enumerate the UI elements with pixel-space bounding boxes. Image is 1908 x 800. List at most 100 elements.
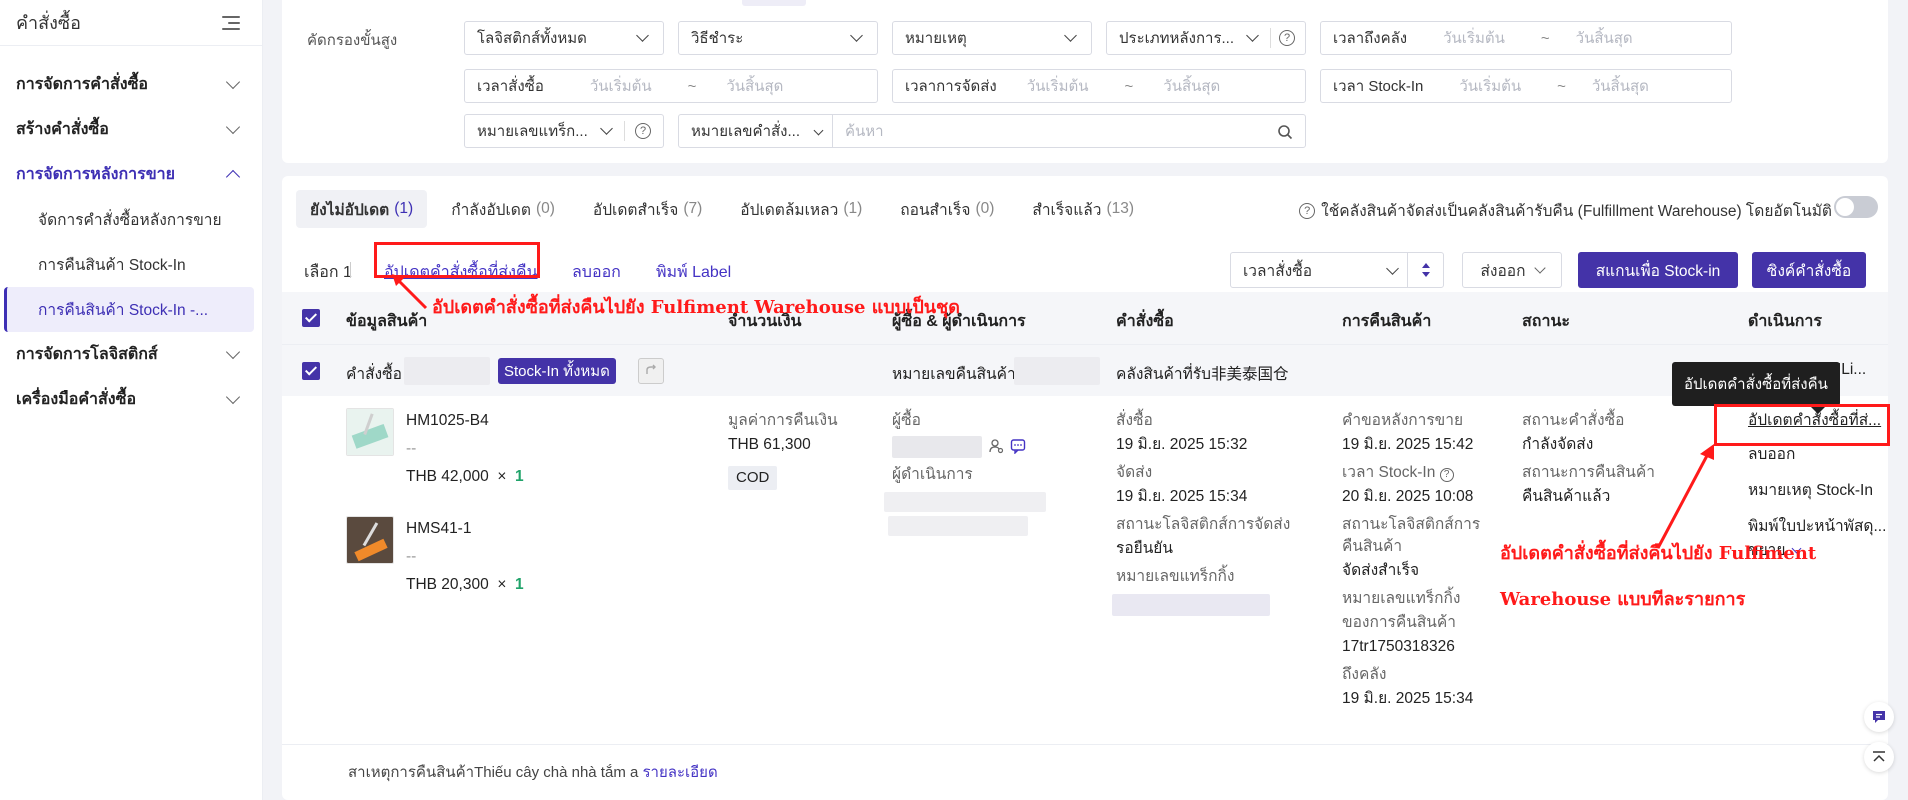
- tab-update-success[interactable]: อัปเดตสำเร็จ (7): [579, 190, 716, 228]
- tab-label: กำลังอัปเดต: [451, 201, 531, 219]
- return-status-label: สถานะการคืนสินค้า: [1522, 464, 1655, 481]
- help-icon[interactable]: ?: [1279, 30, 1295, 46]
- order-number-type-select[interactable]: หมายเลขคำสั่ง...: [679, 115, 833, 147]
- export-button[interactable]: ส่งออก: [1462, 252, 1562, 288]
- update-return-order-link[interactable]: อัปเดตคำสั่งซื้อที่ส่...: [1748, 412, 1881, 431]
- after-sale-request-label: คำขอหลังการขาย: [1342, 412, 1464, 429]
- return-tracking-label: หมายเลขแทร็กกิ้ง: [1342, 590, 1461, 607]
- user-icon[interactable]: [988, 438, 1004, 458]
- order-search-group: หมายเลขคำสั่ง... ค้นหา: [678, 114, 1306, 148]
- annotation-bulk-text: อัปเดตคำสั่งซื้อที่ส่งคืนไปยัง Fulfiment…: [432, 297, 960, 318]
- help-icon[interactable]: ?: [1439, 468, 1454, 482]
- shipped-label: จัดส่ง: [1116, 464, 1153, 481]
- logistics-select[interactable]: โลจิสติกส์ทั้งหมด: [464, 21, 664, 55]
- chat-icon[interactable]: [1010, 438, 1026, 458]
- arrive-range-label: เวลาถึงคลัง: [1333, 30, 1408, 47]
- note-select[interactable]: หมายเหตุ: [892, 21, 1092, 55]
- payment-select[interactable]: วิธีชำระ: [678, 21, 878, 55]
- back-to-top-icon[interactable]: [1864, 742, 1894, 772]
- range-separator: ~: [1540, 29, 1550, 47]
- tab-completed[interactable]: สำเร็จแล้ว (13): [1018, 190, 1148, 228]
- remove-link[interactable]: ลบออก: [1748, 446, 1795, 465]
- stockin-time-label: เวลา Stock-In: [1342, 464, 1436, 481]
- scan-stockin-button[interactable]: สแกนเพื่อ Stock-in: [1578, 252, 1738, 288]
- export-label: ส่งออก: [1480, 262, 1526, 280]
- return-logistics-status: จัดส่งสำเร็จ: [1342, 562, 1420, 579]
- return-reason-text: Thiếu cây chà nhà tắm a: [474, 764, 639, 781]
- tab-updating[interactable]: กำลังอัปเดต (0): [437, 190, 569, 228]
- ship-time-label: เวลาการจัดส่ง: [905, 78, 997, 95]
- help-icon[interactable]: ?: [1299, 202, 1316, 219]
- buyer-name-redacted: [892, 436, 982, 458]
- return-logistics-label: สถานะโลจิสติกส์การ: [1342, 516, 1481, 533]
- collapse-menu-icon[interactable]: [222, 15, 240, 30]
- sidebar-group-create-order[interactable]: สร้างคำสั่งซื้อ: [0, 107, 262, 152]
- bulk-remove-link[interactable]: ลบออก: [572, 260, 621, 285]
- return-logistics-label-line2: คืนสินค้า: [1342, 538, 1403, 555]
- order-time-range[interactable]: เวลาสั่งซื้อ วันเริ่มต้น ~ วันสิ้นสุด: [464, 69, 878, 103]
- tracking-type-select[interactable]: หมายเลขแทร็ก...?: [464, 114, 664, 148]
- tab-withdrawn[interactable]: ถอนสำเร็จ (0): [886, 190, 1008, 228]
- tab-update-failed[interactable]: อัปเดตล้มเหลว (1): [726, 190, 876, 228]
- sidebar-group-order-management[interactable]: การจัดการคำสั่งซื้อ: [0, 62, 262, 107]
- stockin-note-link[interactable]: หมายเหตุ Stock-In: [1748, 482, 1873, 501]
- after-sale-type-select[interactable]: ประเภทหลังการ...?: [1106, 21, 1306, 55]
- end-date-placeholder: วันสิ้นสุด: [1163, 78, 1221, 95]
- copy-icon[interactable]: [638, 358, 664, 384]
- sidebar-header: คำสั่งซื้อ: [0, 0, 262, 46]
- return-status: คืนสินค้าแล้ว: [1522, 488, 1611, 505]
- sidebar-item-return-stockin-active[interactable]: การคืนสินค้า Stock-In -...: [4, 287, 254, 332]
- sidebar-group-logistics[interactable]: การจัดการโลจิสติกส์: [0, 332, 262, 377]
- sort-field-select[interactable]: เวลาสั่งซื้อ: [1230, 252, 1444, 288]
- sync-orders-button[interactable]: ซิงค์คำสั่งซื้อ: [1752, 252, 1866, 288]
- sidebar-item-return-stockin[interactable]: การคืนสินค้า Stock-In: [4, 242, 254, 287]
- sidebar-group-label: การจัดการหลังการขาย: [16, 166, 176, 183]
- return-reason-label: สาเหตุการคืนสินค้า: [348, 764, 475, 781]
- annotation-single-text-2: Warehouse แบบทีละรายการ: [1500, 589, 1746, 610]
- auto-warehouse-toggle[interactable]: [1834, 196, 1878, 218]
- reason-detail-link[interactable]: รายละเอียด: [643, 764, 718, 781]
- help-icon[interactable]: ?: [635, 123, 651, 139]
- tracking-label: หมายเลขแทร็กกิ้ง: [1116, 568, 1235, 585]
- product-image: [346, 408, 394, 456]
- tab-count: (0): [975, 200, 995, 217]
- shipping-status: รอยืนยัน: [1116, 540, 1173, 557]
- bulk-actions-bar: เลือก 1 อัปเดตคำสั่งซื้อที่ส่งคืน ลบออก …: [282, 248, 1888, 290]
- column-header-product: ข้อมูลสินค้า: [346, 313, 428, 330]
- search-input[interactable]: ค้นหา: [833, 119, 1305, 143]
- ship-time-range[interactable]: เวลาการจัดส่ง วันเริ่มต้น ~ วันสิ้นสุด: [892, 69, 1306, 103]
- print-shipping-label-link[interactable]: พิมพ์ใบปะหน้าพัสดุ...: [1748, 518, 1886, 537]
- product-variant: --: [406, 548, 417, 565]
- select-all-checkbox[interactable]: [302, 309, 320, 327]
- arrive-warehouse-range[interactable]: เวลาถึงคลัง วันเริ่มต้น ~ วันสิ้นสุด: [1320, 21, 1732, 55]
- chevron-down-icon: [225, 389, 241, 405]
- tab-not-updated[interactable]: ยังไม่อัปเดต (1): [296, 190, 428, 228]
- chat-support-icon[interactable]: [1864, 702, 1894, 732]
- main-content: คัดกรองขั้นสูง โลจิสติกส์ทั้งหมด วิธีชำร…: [280, 0, 1908, 800]
- selected-count: เลือก 1: [304, 264, 352, 281]
- start-date-placeholder: วันเริ่มต้น: [1459, 78, 1522, 95]
- start-date-placeholder: วันเริ่มต้น: [589, 78, 652, 95]
- sort-order-icon[interactable]: [1407, 253, 1443, 287]
- sidebar-group-label: สร้างคำสั่งซื้อ: [16, 121, 109, 138]
- sidebar-group-after-sale[interactable]: การจัดการหลังการขาย: [0, 152, 262, 197]
- print-label-link[interactable]: พิมพ์ Label: [656, 260, 731, 285]
- sidebar-group-label: เครื่องมือคำสั่งซื้อ: [16, 391, 137, 408]
- product-quantity: 1: [515, 468, 524, 485]
- stockin-time-range[interactable]: เวลา Stock-In วันเริ่มต้น ~ วันสิ้นสุด: [1320, 69, 1732, 103]
- tab-label: ถอนสำเร็จ: [900, 201, 971, 219]
- return-number-label: หมายเลขคืนสินค้า: [892, 366, 1016, 383]
- sidebar-group-order-tools[interactable]: เครื่องมือคำสั่งซื้อ: [0, 377, 262, 422]
- tab-count: (1): [394, 200, 414, 217]
- product-image: [346, 516, 394, 564]
- search-icon[interactable]: [1277, 124, 1293, 144]
- sidebar-item-after-sale-orders[interactable]: จัดการคำสั่งซื้อหลังการขาย: [4, 197, 254, 242]
- chevron-down-icon: [1064, 29, 1077, 42]
- stockin-all-badge: Stock-In ทั้งหมด: [498, 358, 616, 384]
- buyer-label: ผู้ซื้อ: [892, 412, 921, 429]
- after-sale-type-value: ประเภทหลังการ...: [1119, 30, 1235, 47]
- end-date-placeholder: วันสิ้นสุด: [1591, 78, 1649, 95]
- order-checkbox[interactable]: [302, 362, 320, 380]
- filter-panel: คัดกรองขั้นสูง โลจิสติกส์ทั้งหมด วิธีชำร…: [282, 0, 1888, 163]
- note-select-value: หมายเหตุ: [905, 30, 967, 47]
